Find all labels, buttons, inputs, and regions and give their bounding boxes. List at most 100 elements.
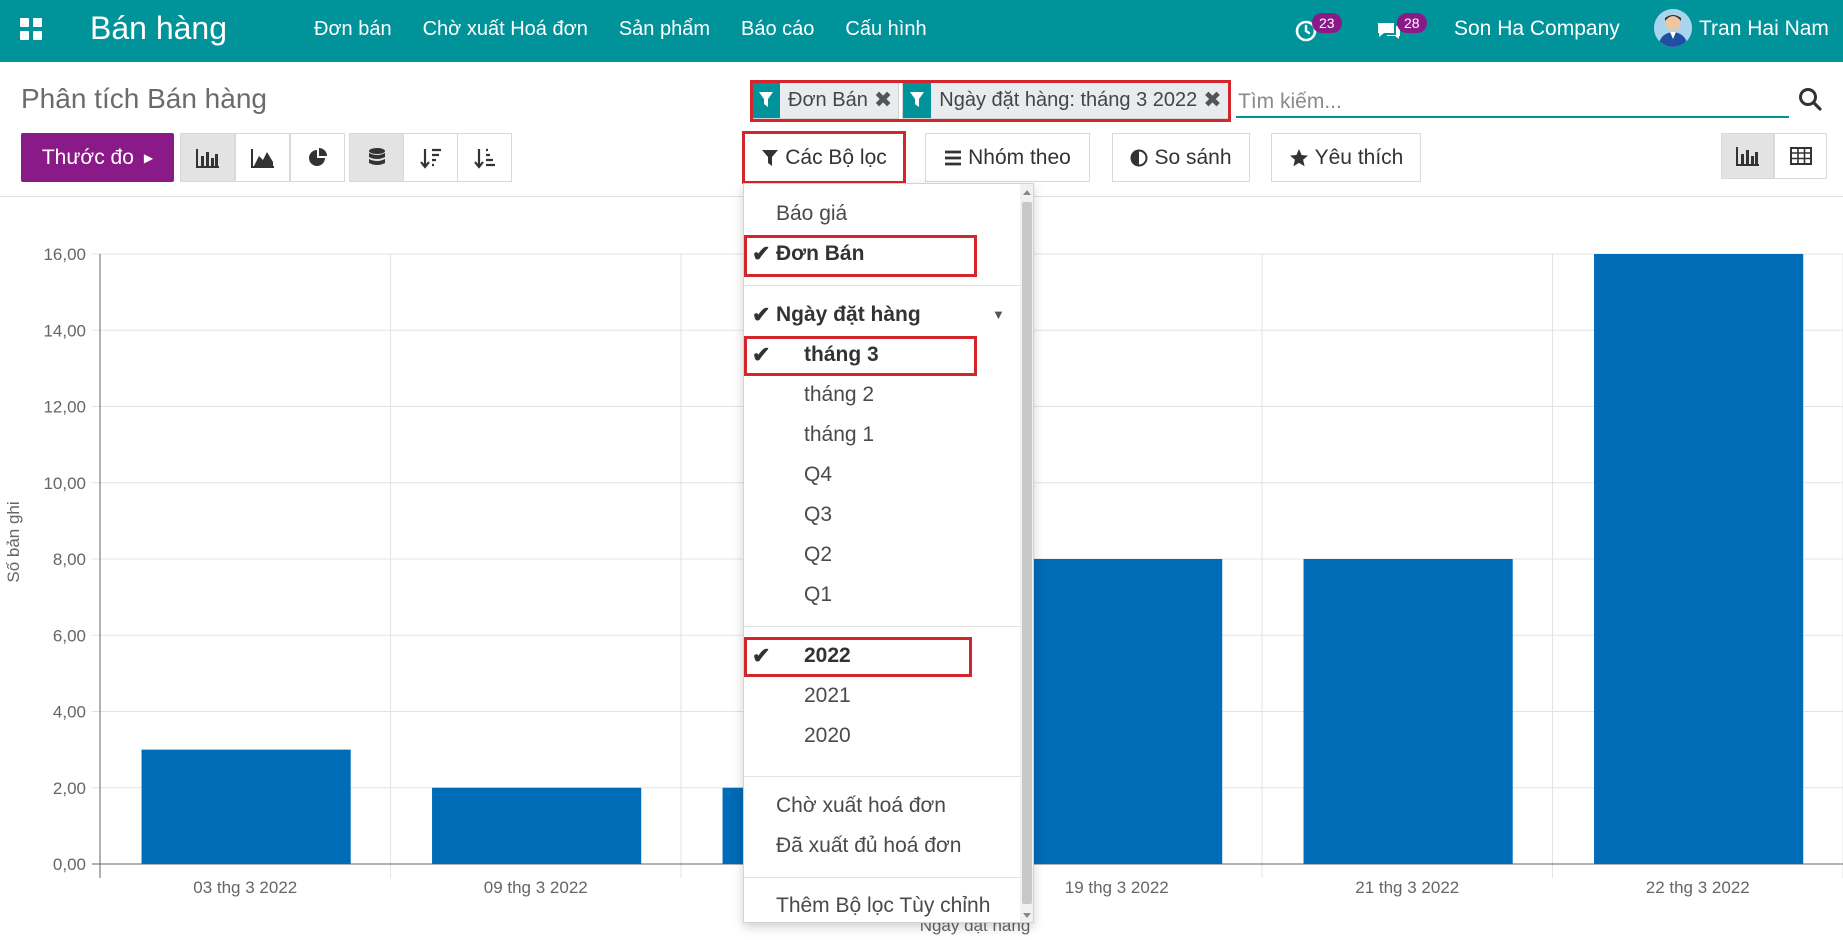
- chart-bar: [1594, 254, 1804, 864]
- page-title: Phân tích Bán hàng: [21, 83, 267, 114]
- search-facets: Đơn Bán ✖ Ngày đặt hàng: tháng 3 2022 ✖: [751, 81, 1232, 119]
- activity-indicator[interactable]: 23: [1294, 13, 1346, 45]
- y-tick-label: 4,00: [53, 703, 86, 722]
- filter-option-label: Q3: [804, 503, 833, 526]
- database-icon: [368, 147, 385, 165]
- x-tick-label: 03 thg 3 2022: [193, 878, 297, 897]
- filter-icon: [762, 149, 779, 166]
- user-avatar[interactable]: [1654, 9, 1692, 47]
- dropdown-divider: [744, 285, 1020, 286]
- y-axis-label: Số bản ghi: [4, 501, 23, 582]
- scrollbar-thumb[interactable]: [1022, 202, 1032, 904]
- sort-ascending-button[interactable]: [457, 133, 512, 182]
- filter-icon: [903, 82, 932, 118]
- y-tick-label: 16,00: [43, 245, 86, 264]
- sort-descending-icon: [419, 148, 441, 169]
- pie-chart-icon: [308, 147, 327, 166]
- filters-dropdown: Báo giá ✔ Đơn Bán ✔ Ngày đặt hàng ▼ ✔ th…: [743, 183, 1034, 923]
- x-tick-label: 19 thg 3 2022: [1065, 878, 1169, 897]
- caret-right-icon: ▶: [143, 150, 154, 165]
- facet-sales-orders: Đơn Bán ✖: [751, 81, 900, 119]
- favorites-label: Yêu thích: [1314, 145, 1404, 169]
- check-icon: ✔: [752, 241, 771, 266]
- pie-chart-button[interactable]: [290, 133, 345, 182]
- sort-ascending-icon: [473, 148, 495, 169]
- filter-option-label: 2022: [804, 644, 851, 667]
- search-icon[interactable]: [1797, 86, 1823, 112]
- bar-chart-button[interactable]: [180, 133, 235, 182]
- bar-chart-icon: [1735, 147, 1759, 166]
- dropdown-divider: [744, 877, 1020, 878]
- filter-icon: [752, 82, 780, 118]
- company-switcher[interactable]: Son Ha Company: [1454, 14, 1620, 44]
- avatar-image: [1654, 9, 1692, 47]
- facet-order-date: Ngày đặt hàng: tháng 3 2022 ✖: [902, 81, 1229, 119]
- check-icon: ✔: [752, 643, 771, 668]
- pivot-view-button[interactable]: [1774, 133, 1827, 179]
- filters-button[interactable]: Các Bộ lọc: [744, 133, 904, 182]
- graph-view-button[interactable]: [1721, 133, 1774, 179]
- star-icon: [1289, 148, 1308, 166]
- y-tick-label: 10,00: [43, 474, 86, 493]
- check-icon: ✔: [752, 302, 771, 327]
- x-tick-label: 22 thg 3 2022: [1646, 878, 1750, 897]
- apps-menu-icon[interactable]: [20, 18, 44, 42]
- menu-item-reporting[interactable]: Báo cáo: [741, 14, 814, 44]
- x-tick-label: 21 thg 3 2022: [1355, 878, 1459, 897]
- menu-item-products[interactable]: Sản phẩm: [619, 14, 710, 44]
- menu-item-to-invoice[interactable]: Chờ xuất Hoá đơn: [423, 14, 588, 44]
- y-tick-label: 6,00: [53, 626, 86, 645]
- app-brand[interactable]: Bán hàng: [90, 8, 227, 48]
- filter-item-label: Báo giá: [776, 202, 848, 225]
- dropdown-divider: [744, 626, 1020, 627]
- bars-icon: [945, 150, 962, 165]
- app-root: Bán hàng Đơn bán Chờ xuất Hoá đơn Sản ph…: [0, 0, 1843, 940]
- remove-facet-icon[interactable]: ✖: [1203, 87, 1227, 113]
- filters-label: Các Bộ lọc: [785, 145, 887, 169]
- caret-down-icon: ▼: [992, 307, 1005, 322]
- menu-item-orders[interactable]: Đơn bán: [314, 14, 392, 44]
- filter-item-label: Đơn Bán: [776, 242, 865, 265]
- y-tick-label: 2,00: [53, 779, 86, 798]
- measures-button[interactable]: Thước đo ▶: [21, 133, 174, 182]
- chart-bar: [1013, 559, 1223, 864]
- y-tick-label: 8,00: [53, 550, 86, 569]
- chart-bar: [141, 749, 351, 864]
- facet-value: Ngày đặt hàng: tháng 3 2022: [939, 88, 1198, 111]
- adjust-icon: [1130, 149, 1148, 166]
- area-chart-icon: [250, 148, 274, 168]
- filter-option-label: tháng 2: [804, 383, 875, 406]
- menu-item-configuration[interactable]: Cấu hình: [845, 14, 926, 44]
- messaging-indicator[interactable]: 28: [1375, 13, 1431, 45]
- scroll-down-icon[interactable]: [1022, 912, 1032, 920]
- bar-chart-icon: [195, 148, 219, 168]
- add-custom-filter-label: Thêm Bộ lọc Tùy chỉnh: [776, 894, 991, 917]
- remove-facet-icon[interactable]: ✖: [874, 87, 898, 113]
- user-menu[interactable]: Tran Hai Nam: [1699, 14, 1829, 44]
- line-chart-button[interactable]: [235, 133, 290, 182]
- top-navbar: Bán hàng Đơn bán Chờ xuất Hoá đơn Sản ph…: [0, 0, 1843, 62]
- group-by-label: Nhóm theo: [968, 145, 1071, 169]
- filter-option-label: 2021: [804, 684, 851, 707]
- chart-bar: [1303, 559, 1513, 864]
- favorites-button[interactable]: Yêu thích: [1271, 133, 1421, 182]
- chart-bar: [432, 787, 642, 864]
- measures-label: Thước đo: [41, 145, 134, 169]
- message-badge: 28: [1397, 13, 1427, 33]
- compare-button[interactable]: So sánh: [1112, 133, 1250, 182]
- y-tick-label: 14,00: [43, 321, 86, 340]
- search-input[interactable]: [1236, 88, 1789, 118]
- y-tick-label: 0,00: [53, 855, 86, 874]
- y-tick-label: 12,00: [43, 398, 86, 417]
- sort-descending-button[interactable]: [403, 133, 458, 182]
- year-2022-highlight: [744, 637, 972, 677]
- main-menu: Đơn bán Chờ xuất Hoá đơn Sản phẩm Báo cá…: [314, 14, 958, 44]
- filter-option-label: tháng 1: [804, 423, 875, 446]
- dropdown-divider: [744, 776, 1020, 777]
- compare-label: So sánh: [1154, 145, 1232, 169]
- check-icon: ✔: [752, 342, 771, 367]
- scroll-up-icon[interactable]: [1022, 188, 1032, 196]
- stacked-button[interactable]: [349, 133, 404, 182]
- filter-option-label: Q2: [804, 543, 833, 566]
- group-by-button[interactable]: Nhóm theo: [925, 133, 1090, 182]
